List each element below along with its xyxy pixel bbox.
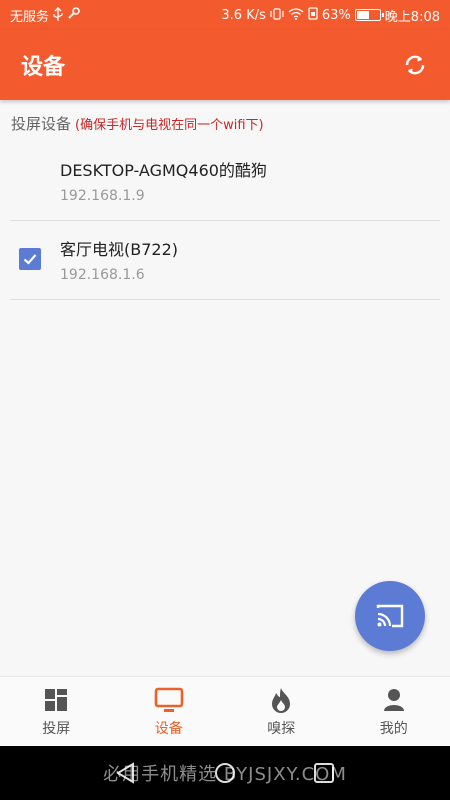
usb-icon [53, 6, 63, 24]
vibrate-icon [270, 7, 284, 23]
check-icon [23, 254, 37, 265]
status-bar: 无服务 3.6 K/s 63% 晚上8:08 [0, 0, 450, 30]
network-speed: 3.6 K/s [221, 7, 266, 23]
nav-label: 我的 [379, 721, 408, 737]
wrench-icon [67, 7, 80, 23]
sim-icon [308, 7, 318, 23]
watermark: 必用手机精选 BYJSJXY.COM [103, 764, 347, 785]
person-icon [383, 686, 405, 714]
nav-item-cast[interactable]: 投屏 [0, 677, 113, 747]
device-name: DESKTOP-AGMQ460的酷狗 [60, 161, 267, 180]
device-name: 客厅电视(B722) [60, 240, 179, 259]
refresh-icon [405, 55, 425, 75]
app-bar: 设备 [0, 30, 450, 100]
device-item[interactable]: 客厅电视(B722) 192.168.1.6 [10, 221, 440, 300]
device-ip: 192.168.1.9 [60, 188, 145, 204]
cast-button[interactable] [355, 581, 425, 651]
wifi-warning: (确保手机与电视在同一个wifi下) [75, 118, 264, 133]
nav-label: 投屏 [42, 721, 71, 737]
cast-icon [376, 604, 404, 628]
device-hint: 投屏设备 (确保手机与电视在同一个wifi下) [11, 113, 264, 134]
refresh-button[interactable] [400, 50, 430, 80]
page-title: 设备 [21, 55, 66, 80]
bottom-nav: 投屏 设备 嗅探 我的 [0, 676, 450, 747]
device-ip: 192.168.1.6 [60, 267, 145, 283]
device-checkbox[interactable] [19, 248, 41, 270]
battery-percent: 63% [321, 7, 351, 23]
device-list: DESKTOP-AGMQ460的酷狗 192.168.1.9 客厅电视(B722… [10, 142, 440, 300]
battery-icon [354, 9, 384, 21]
carrier-text: 无服务 [10, 9, 50, 25]
nav-item-devices[interactable]: 设备 [113, 677, 226, 747]
hint-label: 投屏设备 [11, 115, 72, 133]
nav-label: 设备 [154, 721, 183, 737]
system-nav-bar: 必用手机精选 BYJSJXY.COM [0, 746, 450, 800]
nav-item-sniff[interactable]: 嗅探 [225, 677, 338, 747]
device-item[interactable]: DESKTOP-AGMQ460的酷狗 192.168.1.9 [10, 142, 440, 221]
wifi-icon [288, 7, 304, 23]
tv-icon [154, 686, 184, 714]
flame-icon [270, 686, 292, 714]
nav-item-me[interactable]: 我的 [338, 677, 450, 747]
grid-icon [44, 686, 68, 714]
clock: 晚上8:08 [384, 9, 440, 25]
nav-label: 嗅探 [267, 721, 296, 737]
